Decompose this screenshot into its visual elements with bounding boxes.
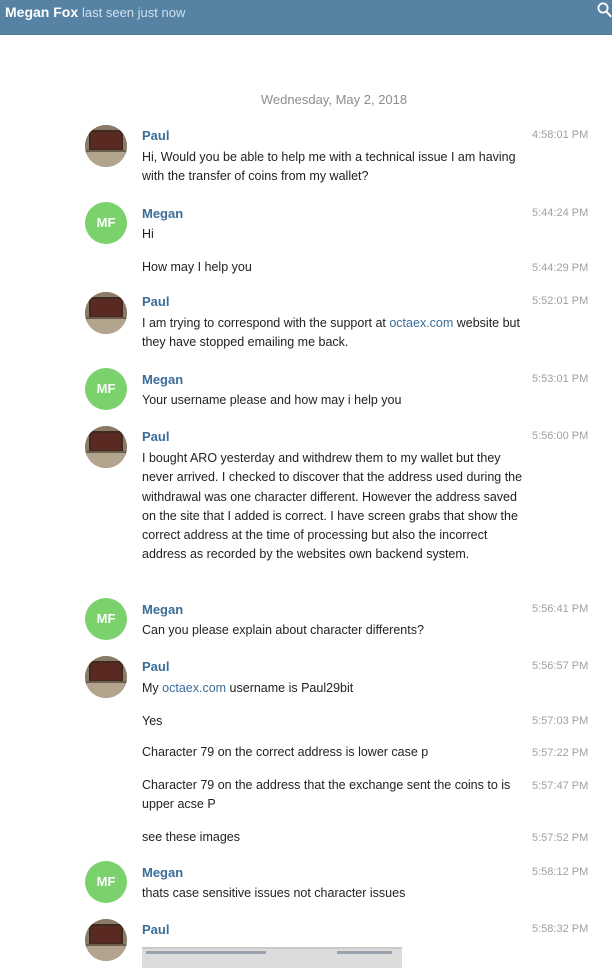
- avatar-paul[interactable]: [85, 292, 127, 334]
- avatar-megan[interactable]: MF: [85, 598, 127, 640]
- avatar-megan[interactable]: MF: [85, 861, 127, 903]
- message-text: I am trying to correspond with the suppo…: [142, 314, 527, 353]
- octaex-link[interactable]: octaex.com: [389, 316, 453, 330]
- avatar-paul[interactable]: [85, 656, 127, 698]
- message-text: see these images: [142, 830, 240, 844]
- message-text: Yes: [142, 714, 163, 728]
- message-time: 5:58:32 PM: [532, 923, 589, 935]
- message-text: Character 79 on the address that the exc…: [142, 778, 511, 812]
- message-sender[interactable]: Megan: [142, 372, 183, 387]
- contact-status: last seen just now: [82, 5, 186, 20]
- message-sender[interactable]: Paul: [142, 294, 169, 309]
- message-time: 5:56:00 PM: [532, 430, 589, 442]
- message-text: Can you please explain about character d…: [142, 623, 424, 637]
- message-time: 5:57:03 PM: [532, 715, 589, 727]
- message-sender[interactable]: Megan: [142, 206, 183, 221]
- message-sender[interactable]: Megan: [142, 602, 183, 617]
- message-sender[interactable]: Megan: [142, 865, 183, 880]
- avatar-megan[interactable]: MF: [85, 202, 127, 244]
- message-text: My octaex.com username is Paul29bit: [142, 679, 527, 698]
- message-sender[interactable]: Paul: [142, 128, 169, 143]
- message-time: 5:57:52 PM: [532, 832, 589, 844]
- message-sender[interactable]: Paul: [142, 922, 169, 937]
- message-time: 5:56:41 PM: [532, 603, 589, 615]
- message-text: Hi: [142, 227, 154, 241]
- avatar-paul[interactable]: [85, 919, 127, 961]
- message-text-part: My: [142, 681, 163, 695]
- search-icon[interactable]: [597, 2, 612, 18]
- message-text: Your username please and how may i help …: [142, 393, 402, 407]
- message-time: 5:57:47 PM: [532, 780, 589, 792]
- image-preview-line: [337, 951, 392, 954]
- message-time: 4:58:01 PM: [532, 129, 589, 141]
- avatar-paul[interactable]: [85, 426, 127, 468]
- message-text: Character 79 on the correct address is l…: [142, 745, 429, 759]
- message-time: 5:52:01 PM: [532, 295, 589, 307]
- message-text: I bought ARO yesterday and withdrew them…: [142, 451, 523, 562]
- avatar-paul[interactable]: [85, 125, 127, 167]
- message-text: Hi, Would you be able to help me with a …: [142, 150, 516, 184]
- contact-name[interactable]: Megan Fox: [5, 4, 78, 20]
- message-time: 5:44:24 PM: [532, 207, 589, 219]
- avatar-megan[interactable]: MF: [85, 368, 127, 410]
- message-time: 5:58:12 PM: [532, 866, 589, 878]
- message-text-part: I am trying to correspond with the suppo…: [142, 316, 390, 330]
- message-time: 5:57:22 PM: [532, 747, 589, 759]
- message-time: 5:44:29 PM: [532, 262, 589, 274]
- message-text: thats case sensitive issues not characte…: [142, 886, 406, 900]
- message-time: 5:53:01 PM: [532, 373, 589, 385]
- image-attachment[interactable]: [142, 947, 402, 968]
- message-text-part: username is Paul29bit: [226, 681, 354, 695]
- message-sender[interactable]: Paul: [142, 429, 169, 444]
- message-sender[interactable]: Paul: [142, 659, 169, 674]
- date-separator: Wednesday, May 2, 2018: [260, 92, 408, 107]
- message-time: 5:56:57 PM: [532, 660, 589, 672]
- chat-header: Megan Fox last seen just now: [0, 0, 612, 35]
- image-preview-line: [146, 951, 266, 954]
- message-text: How may I help you: [142, 260, 252, 274]
- octaex-link[interactable]: octaex.com: [162, 681, 226, 695]
